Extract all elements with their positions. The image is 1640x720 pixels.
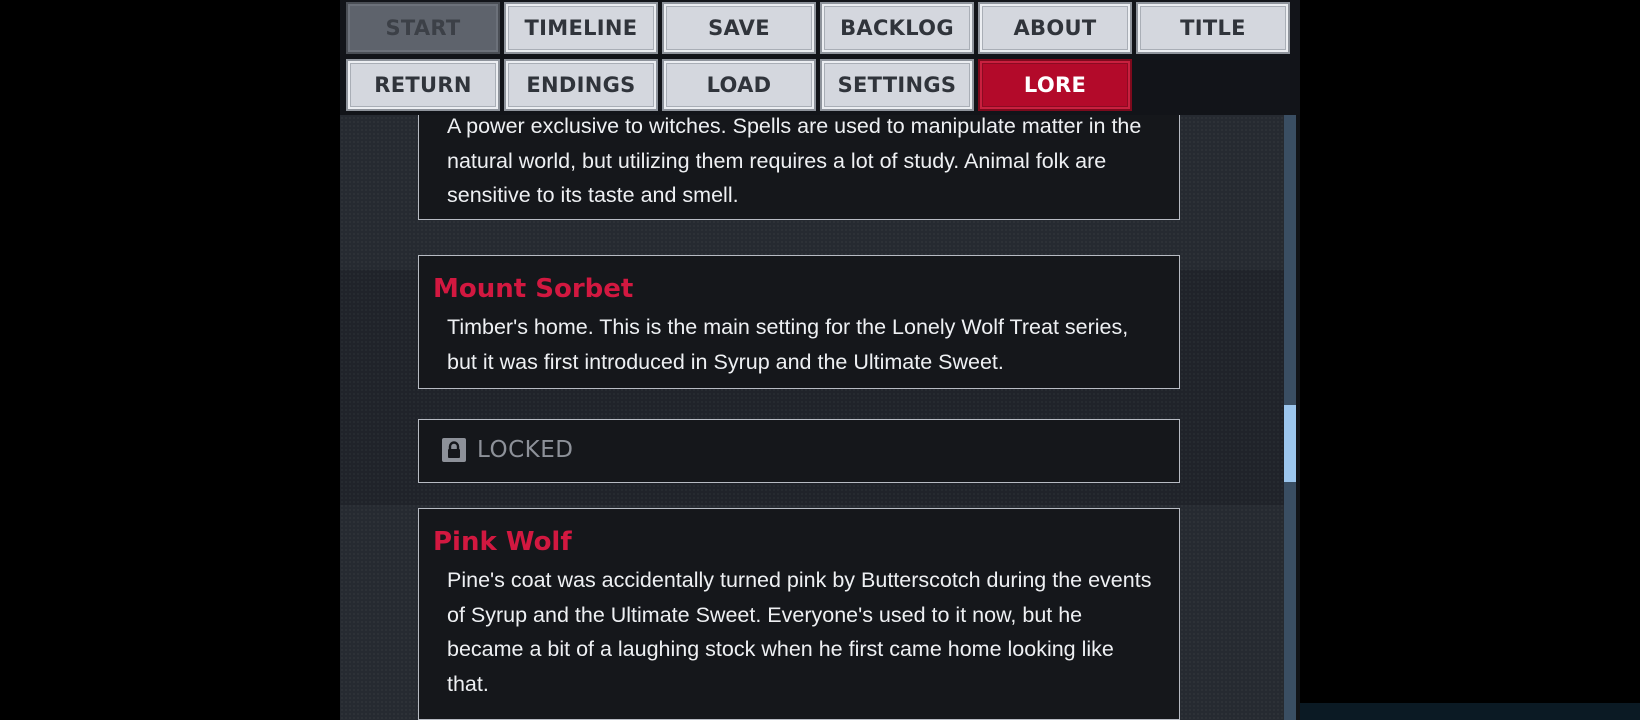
lore-entry-pink-wolf: Pink Wolf Pine's coat was accidentally t… — [418, 508, 1180, 720]
lore-entry-title: Mount Sorbet — [433, 274, 634, 304]
lore-entry-mount-sorbet: Mount Sorbet Timber's home. This is the … — [418, 255, 1180, 389]
lore-entry-title: Pink Wolf — [433, 527, 572, 557]
backlog-button[interactable]: BACKLOG — [820, 2, 974, 54]
scrollbar-thumb[interactable] — [1284, 405, 1296, 482]
scrollbar-gutter — [1296, 115, 1300, 720]
save-button[interactable]: SAVE — [662, 2, 816, 54]
endings-button[interactable]: ENDINGS — [504, 59, 658, 111]
return-button[interactable]: RETURN — [346, 59, 500, 111]
about-button[interactable]: ABOUT — [978, 2, 1132, 54]
scrollbar[interactable] — [1284, 115, 1296, 720]
start-button[interactable]: START — [346, 2, 500, 54]
title-button[interactable]: TITLE — [1136, 2, 1290, 54]
game-window: A power exclusive to witches. Spells are… — [340, 0, 1300, 720]
locked-label: LOCKED — [477, 437, 574, 463]
corner-strip — [1300, 703, 1640, 720]
timeline-button[interactable]: TIMELINE — [504, 2, 658, 54]
lock-icon — [442, 438, 466, 462]
nav-bar: START TIMELINE SAVE BACKLOG ABOUT TITLE … — [340, 0, 1300, 115]
lore-entry-locked: LOCKED — [418, 419, 1180, 483]
settings-button[interactable]: SETTINGS — [820, 59, 974, 111]
game-screen: A power exclusive to witches. Spells are… — [0, 0, 1640, 720]
lore-button[interactable]: LORE — [978, 59, 1132, 111]
lore-entry-body: Timber's home. This is the main setting … — [447, 315, 1129, 374]
load-button[interactable]: LOAD — [662, 59, 816, 111]
locked-row: LOCKED — [441, 435, 573, 465]
lore-entry-body: Pine's coat was accidentally turned pink… — [447, 568, 1152, 696]
lore-entry-body: A power exclusive to witches. Spells are… — [447, 114, 1142, 207]
